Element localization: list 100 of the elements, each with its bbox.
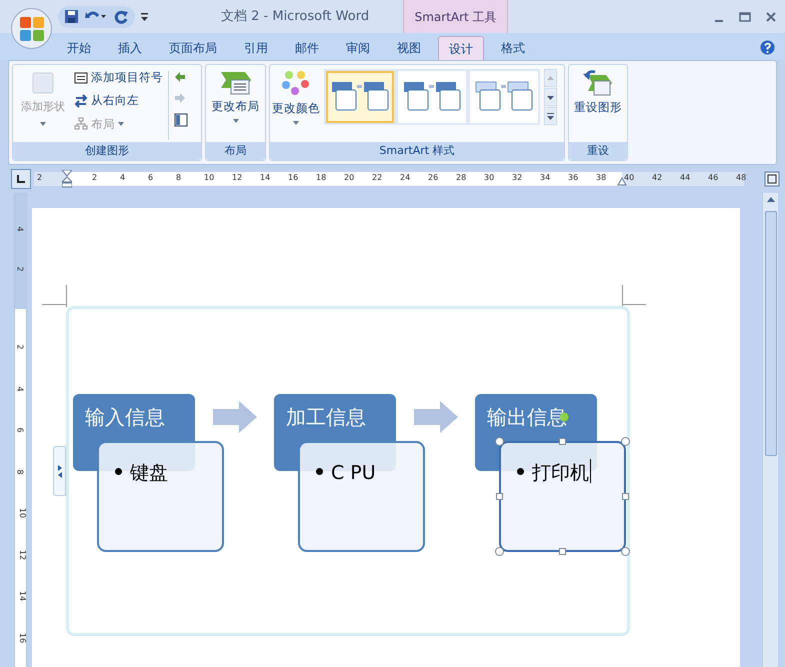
ruler-number: 4 [14,226,26,232]
caret-icon [118,122,124,126]
redo-icon[interactable] [113,8,129,24]
scroll-down-icon[interactable] [544,88,557,106]
ribbon-tab[interactable]: 开始 [57,36,101,60]
ruler-number: 40 [624,172,634,184]
ribbon-tab[interactable]: 插入 [108,36,152,60]
resize-handle[interactable] [622,493,629,500]
shape-body[interactable]: 打印机 [499,441,626,552]
reset-graphic-button[interactable]: 重设图形 [569,65,627,142]
help-icon[interactable] [760,40,775,55]
ribbon-tab[interactable]: 邮件 [285,36,329,60]
style-thumbnail[interactable] [326,71,394,123]
office-button[interactable] [11,8,52,49]
ruler-number: 6 [148,172,154,184]
group-label: 布局 [224,142,246,159]
change-layout-button[interactable]: 更改布局 [206,65,265,142]
save-icon[interactable] [64,9,79,24]
bullet-icon [316,468,323,475]
ruler-number: 2 [37,172,42,184]
org-chart-icon [74,117,88,132]
ruler-number: 48 [736,172,746,184]
ruler-number: 38 [596,172,606,184]
caret-icon [293,121,299,126]
shape-body[interactable]: C PU [298,441,425,552]
resize-handle[interactable] [621,547,630,556]
ruler-number: 14 [260,172,270,184]
caret-icon [40,122,46,126]
indent-marker-icon[interactable] [62,170,72,188]
ruler-number: 6 [14,427,26,433]
maximize-icon[interactable] [739,10,751,22]
ruler-number: 2 [14,266,26,272]
office-logo-icon [18,16,44,42]
ribbon-tab[interactable]: 引用 [234,36,278,60]
ruler-number: 16 [288,172,298,184]
ruler-number: 28 [456,172,466,184]
ribbon-tab[interactable]: 格式 [491,36,535,60]
scroll-thumb[interactable] [764,211,776,456]
shape-body[interactable]: 键盘 [97,441,224,552]
vertical-scrollbar[interactable] [762,193,778,667]
ruler-number: 14 [17,590,28,602]
style-thumbnail[interactable] [470,71,538,123]
ruler-number: 10 [204,172,214,184]
ribbon-tab[interactable]: 设计 [438,36,484,60]
ruler-number: 16 [17,632,28,643]
add-bullet-button[interactable]: 添加项目符号 [74,69,163,86]
close-icon[interactable] [765,10,777,22]
bullet-list-icon [74,70,88,85]
caret-icon [232,119,238,124]
ruler-number: 20 [344,172,354,184]
expand-arrows-icon [56,464,62,478]
ruler-number: 42 [652,172,662,184]
resize-handle[interactable] [621,437,630,446]
flow-arrow-icon [213,401,257,433]
bullet-icon [115,468,122,475]
tab-selector[interactable] [11,169,31,189]
resize-handle[interactable] [495,547,504,556]
ruler-number: 12 [232,172,242,184]
ruler-number: 26 [428,172,438,184]
ruler-number: 8 [14,468,26,474]
customize-toolbar-icon[interactable] [141,12,148,20]
ruler-number: 12 [17,549,28,560]
resize-handle[interactable] [496,493,503,500]
ruler-number: 18 [316,172,326,184]
ruler-number: 24 [400,172,410,184]
ruler-number: 8 [176,172,182,184]
ribbon-tab[interactable]: 视图 [387,36,431,60]
color-dots-icon [281,69,311,97]
group-label: 重设 [587,142,609,159]
ruler-number: 34 [540,172,550,184]
ruler-number: 2 [92,172,98,184]
ruler-number: 44 [680,172,690,184]
text-pane-toggle[interactable] [53,446,66,496]
ruler-number: 4 [120,172,126,184]
ribbon-tab[interactable]: 审阅 [336,36,380,60]
group-label: SmartArt 样式 [379,142,455,159]
ruler-number: 10 [17,508,28,518]
view-ruler-icon[interactable] [764,171,780,187]
flow-arrow-icon [414,401,458,433]
change-colors-button[interactable]: 更改颜色 [272,69,320,126]
resize-handle[interactable] [559,548,566,555]
ruler-number: 36 [568,172,578,184]
ruler-number: 2 [14,344,26,350]
ruler-number: 30 [484,172,494,184]
promote-arrow-icon[interactable] [174,71,186,83]
gallery-more-icon[interactable] [544,107,557,125]
ribbon-tab[interactable]: 页面布局 [159,36,227,60]
context-tab-title: SmartArt 工具 [414,8,497,26]
resize-handle[interactable] [559,438,566,445]
text-pane-icon[interactable] [174,113,188,127]
text-cursor [590,459,591,483]
ruler-number: 32 [512,172,522,184]
group-label: 创建图形 [85,142,129,159]
style-thumbnail[interactable] [398,71,466,123]
window-title: 文档 2 - Microsoft Word [221,8,370,26]
ruler-number: 22 [372,172,382,184]
right-to-left-button[interactable]: 从右向左 [74,92,163,110]
tab-stop-icon [17,175,25,183]
ruler-number: 4 [14,386,26,392]
bullet-icon [517,468,524,475]
